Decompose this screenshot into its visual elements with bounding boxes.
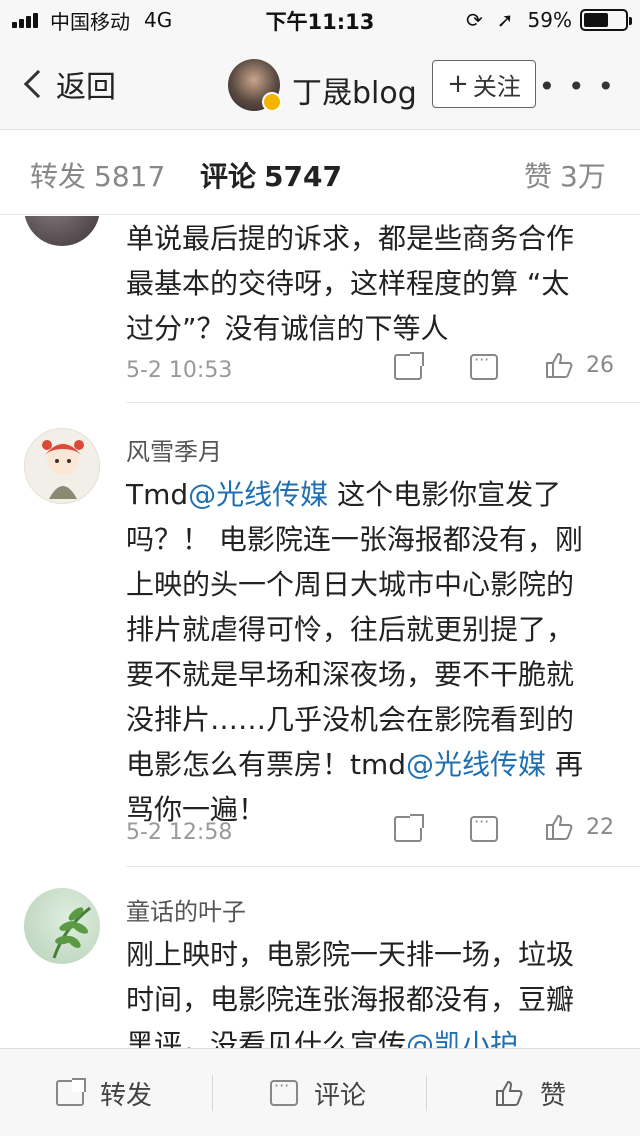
like-action[interactable]: 22: [544, 812, 614, 842]
more-options-button[interactable]: • • •: [539, 70, 616, 103]
tab-repost-count: 5817: [94, 160, 166, 193]
back-label: 返回: [56, 70, 116, 105]
cartoon-avatar-icon: [42, 440, 84, 499]
like-count: 26: [586, 352, 614, 378]
comment-line: 排片就虐得可怜，往后就更别提了，: [126, 613, 575, 646]
comment-line: 要不就是早场和深夜场，要不干脆就: [126, 658, 575, 691]
comment-button[interactable]: 评论: [270, 1073, 366, 1113]
comment-line: 上映的头一个周日大城市中心影院的: [126, 568, 575, 601]
location-icon: ➚: [496, 8, 514, 32]
tab-likes-count: 3万: [560, 160, 606, 193]
battery-icon: [580, 9, 632, 31]
comment-icon: [470, 350, 498, 380]
comment-line: 单说最后提的诉求，都是些商务合作: [126, 222, 575, 255]
comment-text: 刚上映时，电影院一天排一场，垃圾 时间，电影院连张海报都没有，豆瓣 黑评，没看见…: [126, 932, 618, 1048]
tab-comments-label: 评论: [200, 160, 257, 193]
comment-text: 单说最后提的诉求，都是些商务合作 最基本的交待呀，这样程度的算 “太 过分”？没…: [126, 216, 618, 351]
mention-link[interactable]: @光线传媒: [406, 748, 546, 781]
comment-line: 时间，电影院连张海报都没有，豆瓣: [126, 983, 575, 1016]
comment-time: 5-2 10:53: [126, 358, 233, 383]
like-action[interactable]: 26: [544, 350, 614, 380]
divider: [212, 1075, 213, 1111]
comment-list: 单说最后提的诉求，都是些商务合作 最基本的交待呀，这样程度的算 “太 过分”？没…: [0, 216, 640, 1048]
back-button[interactable]: 返回: [20, 62, 116, 106]
share-icon: [56, 1078, 86, 1106]
leaf-avatar-icon: [52, 906, 91, 959]
comment-line: 吗？！ 电影院连一张海报都没有，刚: [126, 523, 583, 556]
comment-line: 过分”？没有诚信的下等人: [126, 312, 449, 345]
thumbs-up-icon: [496, 1080, 523, 1106]
chevron-left-icon: [23, 69, 53, 99]
status-bar: 中国移动 4G 下午11:13 ⟳ ➚ 59%: [0, 0, 640, 40]
reply-action[interactable]: [470, 350, 498, 380]
battery-percent: 59%: [527, 8, 572, 32]
commenter-name[interactable]: 童话的叶子: [126, 892, 246, 927]
rotation-lock-icon: ⟳: [466, 8, 483, 32]
follow-button[interactable]: + 关注: [432, 60, 536, 108]
comment-line: 没排片……几乎没机会在影院看到的: [126, 703, 575, 736]
bottom-toolbar: 转发 评论 赞: [0, 1048, 640, 1136]
comment-line: 刚上映时，电影院一天排一场，垃圾: [126, 938, 575, 971]
repost-action[interactable]: [394, 352, 424, 380]
tab-comments[interactable]: 评论 5747: [200, 155, 342, 195]
repost-button[interactable]: 转发: [56, 1073, 152, 1113]
tab-repost[interactable]: 转发 5817: [30, 155, 165, 195]
comment-line: 最基本的交待呀，这样程度的算 “太: [126, 267, 570, 300]
thumbs-up-icon: [546, 814, 573, 840]
follow-label: 关注: [472, 72, 521, 101]
share-icon: [394, 352, 424, 380]
comment-icon: [470, 812, 498, 842]
repost-action[interactable]: [394, 814, 424, 842]
repost-label: 转发: [100, 1080, 153, 1111]
comment-time: 5-2 12:58: [126, 820, 233, 845]
comment-text: Tmd@光线传媒 这个电影你宣发了 吗？！ 电影院连一张海报都没有，刚 上映的头…: [126, 472, 618, 832]
divider: [126, 866, 640, 867]
thumbs-up-icon: [546, 352, 573, 378]
comment-line: Tmd@光线传媒 这个电影你宣发了: [126, 478, 562, 511]
comment-icon: [270, 1076, 298, 1106]
tab-bar: 转发 5817 评论 5747 赞 3万: [0, 131, 640, 215]
status-right: ⟳ ➚ 59%: [466, 6, 632, 34]
like-count: 22: [586, 814, 614, 840]
comment-line: 电影怎么有票房！tmd@光线传媒 再: [126, 748, 583, 781]
divider: [426, 1075, 427, 1111]
tab-likes[interactable]: 赞 3万: [524, 155, 606, 195]
reply-action[interactable]: [470, 812, 498, 842]
tab-comments-count: 5747: [264, 160, 342, 193]
avatar[interactable]: [24, 888, 100, 964]
verified-badge-icon: [262, 92, 282, 112]
divider: [126, 402, 640, 403]
tab-likes-label: 赞: [524, 160, 553, 193]
battery-fill: [584, 13, 608, 27]
like-button[interactable]: 赞: [494, 1073, 566, 1113]
page-title[interactable]: 丁晟blog: [292, 68, 417, 112]
mention-link[interactable]: @凯小护: [406, 1028, 518, 1048]
tab-repost-label: 转发: [30, 160, 87, 193]
commenter-name[interactable]: 风雪季月: [126, 432, 222, 467]
comment-label: 评论: [314, 1080, 367, 1111]
comment-line: 黑评，没看见什么宣传@凯小护: [126, 1022, 618, 1048]
share-icon: [394, 814, 424, 842]
avatar[interactable]: [24, 216, 100, 246]
like-label: 赞: [540, 1080, 567, 1111]
avatar[interactable]: [24, 428, 100, 504]
plus-icon: +: [447, 69, 469, 99]
mention-link[interactable]: @光线传媒: [188, 478, 328, 511]
nav-bar: 返回 丁晟blog + 关注 • • •: [0, 40, 640, 130]
